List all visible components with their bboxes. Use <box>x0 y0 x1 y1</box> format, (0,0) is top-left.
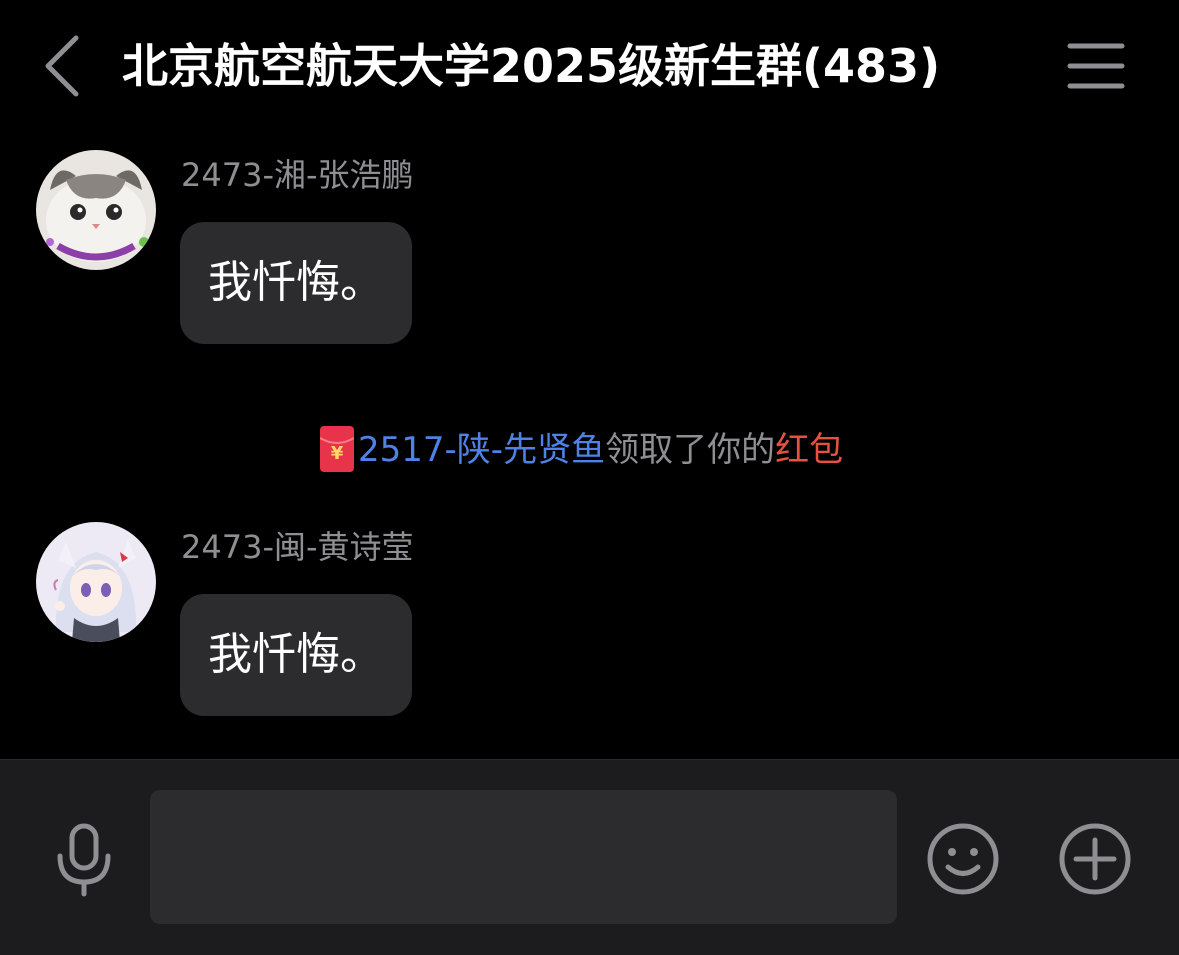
menu-button[interactable] <box>1062 40 1130 92</box>
sender-name: 2473-闽-黄诗莹 <box>181 528 414 566</box>
red-packet-link[interactable]: 红包 <box>775 430 843 470</box>
message-bubble[interactable]: 我忏悔。 <box>180 594 412 716</box>
plus-circle-icon <box>1059 823 1131 895</box>
avatar[interactable] <box>36 522 156 642</box>
emoji-button[interactable] <box>926 822 1000 896</box>
back-button[interactable] <box>36 28 92 104</box>
notice-user-link[interactable]: 2517-陕-先贤鱼 <box>358 430 605 470</box>
microphone-icon <box>57 823 111 897</box>
cat-photo-avatar <box>36 150 156 270</box>
chat-header: 北京航空航天大学2025级新生群(483) <box>0 0 1179 135</box>
sender-name: 2473-湘-张浩鹏 <box>181 156 414 194</box>
avatar[interactable] <box>36 150 156 270</box>
smiley-face-icon <box>927 823 999 895</box>
svg-text:¥: ¥ <box>331 443 344 464</box>
notice-text: 领取了你的 <box>605 430 776 470</box>
voice-button[interactable] <box>50 822 118 898</box>
hamburger-menu-icon <box>1067 43 1125 89</box>
input-bar <box>0 759 1179 955</box>
anime-girl-avatar <box>36 522 156 642</box>
message-list[interactable]: 2473-湘-张浩鹏 我忏悔。 ¥ 2517-陕-先贤鱼领取了你的红包 2473… <box>0 135 1179 759</box>
message-input[interactable] <box>150 790 897 924</box>
group-title: 北京航空航天大学2025级新生群(483) <box>122 39 941 93</box>
more-button[interactable] <box>1058 822 1132 896</box>
red-packet-icon: ¥ <box>320 425 354 472</box>
message-bubble[interactable]: 我忏悔。 <box>180 222 412 344</box>
system-notice: ¥ 2517-陕-先贤鱼领取了你的红包 <box>320 425 843 475</box>
chevron-left-icon <box>45 35 79 97</box>
